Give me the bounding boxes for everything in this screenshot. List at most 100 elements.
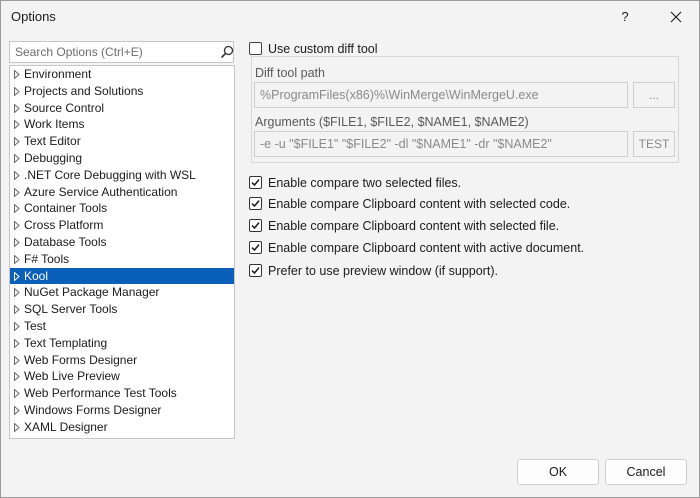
tree-item-kool[interactable]: Kool bbox=[10, 267, 234, 285]
cancel-button[interactable]: Cancel bbox=[605, 459, 687, 485]
chevron-right-icon[interactable] bbox=[14, 116, 22, 133]
tree-item-f-tools[interactable]: F# Tools bbox=[10, 251, 234, 268]
tree-item-web-forms-designer[interactable]: Web Forms Designer bbox=[10, 352, 234, 369]
search-box bbox=[9, 41, 234, 63]
chevron-right-icon[interactable] bbox=[14, 318, 22, 335]
check-icon bbox=[251, 244, 260, 252]
tree-item-nuget-package-manager[interactable]: NuGet Package Manager bbox=[10, 284, 234, 301]
help-button[interactable]: ? bbox=[613, 5, 637, 29]
option-checkbox[interactable] bbox=[249, 197, 262, 210]
tree-item-label: Cross Platform bbox=[24, 218, 104, 233]
check-icon bbox=[251, 200, 260, 208]
tree-item-label: Database Tools bbox=[24, 234, 107, 249]
chevron-right-icon[interactable] bbox=[14, 385, 22, 402]
tree-item-label: Source Control bbox=[24, 100, 105, 115]
chevron-right-icon[interactable] bbox=[14, 217, 22, 234]
use-custom-diff-label: Use custom diff tool bbox=[268, 42, 378, 56]
diff-tool-path-input[interactable] bbox=[254, 82, 628, 108]
ok-button[interactable]: OK bbox=[517, 459, 599, 485]
option-label: Prefer to use preview window (if support… bbox=[268, 264, 498, 278]
chevron-right-icon[interactable] bbox=[14, 184, 22, 201]
option-checkbox[interactable] bbox=[249, 176, 262, 189]
chevron-right-icon[interactable] bbox=[14, 352, 22, 369]
tree-item-web-performance-test-tools[interactable]: Web Performance Test Tools bbox=[10, 385, 234, 402]
tree-item-xaml-designer[interactable]: XAML Designer bbox=[10, 419, 234, 436]
chevron-right-icon[interactable] bbox=[14, 234, 22, 251]
tree-item-label: Kool bbox=[24, 268, 49, 283]
chevron-right-icon[interactable] bbox=[14, 133, 22, 150]
chevron-right-icon[interactable] bbox=[14, 83, 22, 100]
chevron-right-icon[interactable] bbox=[14, 301, 22, 318]
close-button[interactable] bbox=[663, 5, 689, 29]
chevron-right-icon[interactable] bbox=[14, 200, 22, 217]
tree-item-test[interactable]: Test bbox=[10, 318, 234, 335]
chevron-right-icon[interactable] bbox=[14, 335, 22, 352]
option-label: Enable compare Clipboard content with ac… bbox=[268, 241, 585, 255]
option-checkbox[interactable] bbox=[249, 241, 262, 254]
chevron-right-icon[interactable] bbox=[14, 66, 22, 83]
tree-item-azure-service-authentication[interactable]: Azure Service Authentication bbox=[10, 184, 234, 201]
check-icon bbox=[251, 267, 260, 275]
tree-item-label: Work Items bbox=[24, 117, 85, 132]
search-icon[interactable] bbox=[220, 45, 234, 59]
tree-item-label: F# Tools bbox=[24, 251, 70, 266]
tree-item-sql-server-tools[interactable]: SQL Server Tools bbox=[10, 301, 234, 318]
option-label: Enable compare Clipboard content with se… bbox=[268, 219, 560, 233]
arguments-input[interactable] bbox=[254, 131, 628, 157]
check-icon bbox=[251, 179, 260, 187]
check-icon bbox=[251, 222, 260, 230]
tree-item-web-live-preview[interactable]: Web Live Preview bbox=[10, 368, 234, 385]
tree-item-label: Web Forms Designer bbox=[24, 352, 138, 367]
title-bar: Options ? bbox=[1, 1, 699, 33]
tree-item-source-control[interactable]: Source Control bbox=[10, 100, 234, 117]
dialog-title: Options bbox=[11, 9, 56, 24]
tree-item-work-items[interactable]: Work Items bbox=[10, 116, 234, 133]
tree-item-cross-platform[interactable]: Cross Platform bbox=[10, 217, 234, 234]
tree-item-label: SQL Server Tools bbox=[24, 302, 118, 317]
tree-item-label: Web Performance Test Tools bbox=[24, 386, 177, 401]
option-label: Enable compare two selected files. bbox=[268, 176, 462, 190]
chevron-right-icon[interactable] bbox=[14, 402, 22, 419]
browse-button[interactable]: ... bbox=[633, 82, 675, 108]
tree-item-label: NuGet Package Manager bbox=[24, 285, 160, 300]
tree-item-label: .NET Core Debugging with WSL bbox=[24, 167, 196, 182]
tree-item-label: Text Templating bbox=[24, 335, 108, 350]
arguments-label: Arguments ($FILE1, $FILE2, $NAME1, $NAME… bbox=[255, 115, 529, 129]
diff-tool-path-label: Diff tool path bbox=[255, 66, 325, 80]
tree-item-label: Debugging bbox=[24, 150, 83, 165]
tree-item-debugging[interactable]: Debugging bbox=[10, 150, 234, 167]
tree-item-environment[interactable]: Environment bbox=[10, 66, 234, 83]
tree-item-projects-and-solutions[interactable]: Projects and Solutions bbox=[10, 83, 234, 100]
chevron-right-icon[interactable] bbox=[14, 150, 22, 167]
chevron-right-icon[interactable] bbox=[14, 284, 22, 301]
chevron-right-icon[interactable] bbox=[14, 368, 22, 385]
tree-item-label: Azure Service Authentication bbox=[24, 184, 178, 199]
chevron-right-icon[interactable] bbox=[14, 100, 22, 117]
test-button[interactable]: TEST bbox=[633, 131, 675, 157]
tree-item-label: Projects and Solutions bbox=[24, 83, 144, 98]
options-dialog: Options ? Environment Projects and Soluti… bbox=[0, 0, 700, 498]
tree-item-text-templating[interactable]: Text Templating bbox=[10, 335, 234, 352]
chevron-right-icon[interactable] bbox=[14, 251, 22, 268]
tree-item-container-tools[interactable]: Container Tools bbox=[10, 200, 234, 217]
tree-item-label: XAML Designer bbox=[24, 419, 108, 434]
tree-item-label: Container Tools bbox=[24, 201, 108, 216]
tree-item-text-editor[interactable]: Text Editor bbox=[10, 133, 234, 150]
chevron-right-icon[interactable] bbox=[14, 268, 22, 285]
tree-item-label: Web Live Preview bbox=[24, 369, 120, 384]
use-custom-diff-checkbox[interactable] bbox=[249, 42, 262, 55]
option-checkbox[interactable] bbox=[249, 219, 262, 232]
tree-item-net-core-debugging-with-wsl[interactable]: .NET Core Debugging with WSL bbox=[10, 167, 234, 184]
tree-item-label: Text Editor bbox=[24, 134, 81, 149]
tree-item-label: Environment bbox=[24, 67, 92, 81]
chevron-right-icon[interactable] bbox=[14, 167, 22, 184]
option-label: Enable compare Clipboard content with se… bbox=[268, 197, 571, 211]
chevron-right-icon[interactable] bbox=[14, 419, 22, 436]
close-icon bbox=[670, 11, 682, 23]
tree-item-database-tools[interactable]: Database Tools bbox=[10, 234, 234, 251]
tree-item-label: Test bbox=[24, 318, 47, 333]
options-tree[interactable]: Environment Projects and Solutions Source … bbox=[9, 65, 235, 439]
option-checkbox[interactable] bbox=[249, 264, 262, 277]
search-input[interactable] bbox=[10, 42, 215, 62]
tree-item-windows-forms-designer[interactable]: Windows Forms Designer bbox=[10, 402, 234, 419]
